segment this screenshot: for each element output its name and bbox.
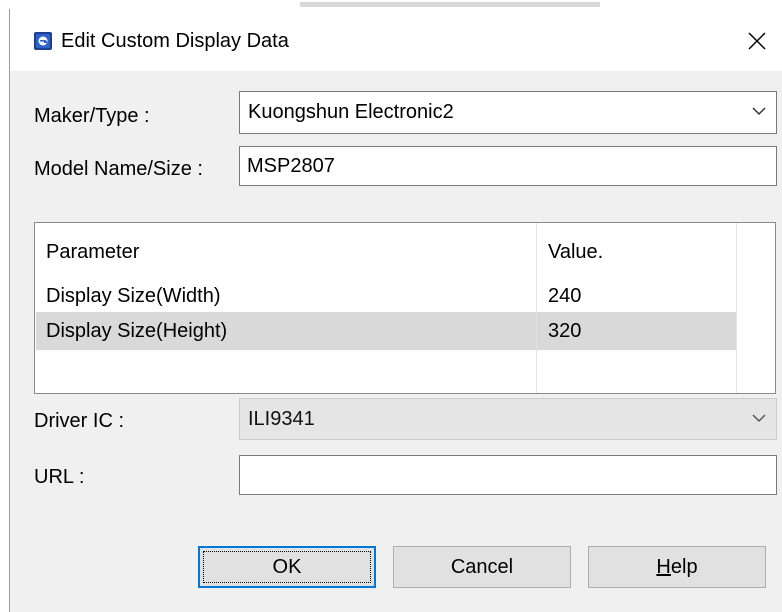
maker-type-value: Kuongshun Electronic2 bbox=[248, 101, 454, 123]
background-text bbox=[300, 2, 600, 7]
focus-rectangle bbox=[203, 551, 371, 583]
row-height-value[interactable]: 320 bbox=[548, 319, 581, 343]
driver-ic-value: ILI9341 bbox=[248, 408, 315, 430]
driver-ic-label: Driver IC : bbox=[34, 410, 124, 432]
parameter-grid[interactable]: Parameter Value. Display Size(Width) 240… bbox=[34, 222, 776, 394]
url-label: URL : bbox=[34, 466, 85, 488]
row-height-parameter[interactable]: Display Size(Height) bbox=[46, 319, 227, 343]
maker-type-label: Maker/Type : bbox=[34, 105, 150, 127]
row-width-value[interactable]: 240 bbox=[548, 284, 581, 308]
close-button[interactable] bbox=[737, 21, 777, 61]
cancel-button[interactable]: Cancel bbox=[393, 546, 571, 588]
model-name-value: MSP2807 bbox=[247, 155, 335, 177]
chevron-down-icon bbox=[752, 414, 766, 423]
column-header-parameter[interactable]: Parameter bbox=[46, 240, 139, 264]
cancel-button-label: Cancel bbox=[450, 555, 514, 578]
url-field[interactable] bbox=[239, 455, 777, 495]
column-divider bbox=[736, 223, 737, 393]
title-bar[interactable]: Edit Custom Display Data bbox=[10, 9, 782, 71]
column-divider bbox=[536, 223, 537, 393]
help-button-label: Help bbox=[656, 556, 697, 579]
driver-ic-select[interactable]: ILI9341 bbox=[239, 398, 777, 440]
maker-type-select[interactable]: Kuongshun Electronic2 bbox=[239, 91, 777, 134]
model-name-label: Model Name/Size : bbox=[34, 158, 203, 180]
row-width-parameter[interactable]: Display Size(Width) bbox=[46, 284, 220, 308]
dialog-title: Edit Custom Display Data bbox=[61, 30, 289, 52]
edit-custom-display-dialog: Edit Custom Display Data Maker/Type : Ku… bbox=[9, 9, 782, 612]
column-header-value[interactable]: Value. bbox=[548, 240, 603, 264]
ok-button[interactable]: OK bbox=[198, 546, 376, 588]
help-button[interactable]: Help bbox=[588, 546, 766, 588]
help-mnemonic: H bbox=[656, 555, 671, 578]
chevron-down-icon bbox=[752, 107, 766, 116]
help-label-rest: elp bbox=[670, 555, 698, 578]
app-icon bbox=[34, 32, 52, 50]
close-icon bbox=[748, 32, 766, 50]
model-name-field[interactable]: MSP2807 bbox=[239, 146, 777, 186]
